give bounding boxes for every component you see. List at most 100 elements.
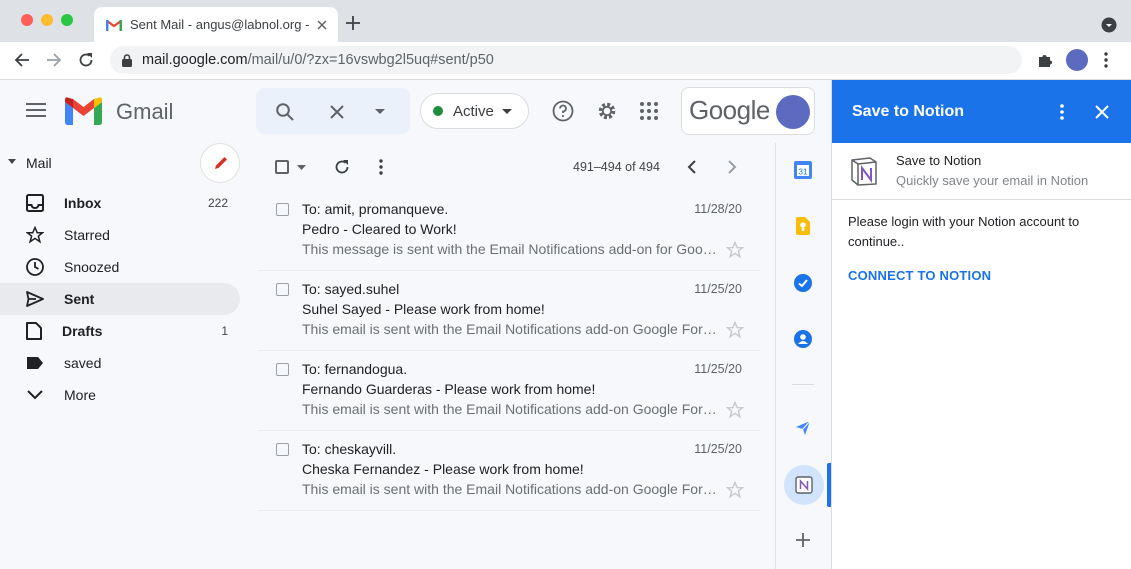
more-options-icon[interactable] [379,159,383,175]
mail-row[interactable]: To: fernandogua. 11/25/20 Fernando Guard… [258,351,760,431]
contacts-icon[interactable] [794,330,812,348]
mail-checkbox[interactable] [276,443,289,456]
apps-grid-icon[interactable] [640,102,658,120]
addon-name: Save to Notion [896,153,982,168]
sidebar-item-saved[interactable]: saved [0,347,240,379]
star-icon[interactable] [726,401,744,419]
star-icon [26,226,44,244]
gmail-logo-icon[interactable] [65,97,102,125]
search-options-icon[interactable] [375,109,385,114]
mail-snippet: This message is sent with the Email Noti… [302,241,720,257]
main-menu-icon[interactable] [26,103,46,117]
pagination-text: 491–494 of 494 [573,160,660,174]
settings-gear-icon[interactable] [596,100,618,122]
reload-icon[interactable] [78,52,94,68]
mail-date: 11/25/20 [694,282,742,296]
sidebar-item-more[interactable]: More [0,379,240,411]
sidebar-item-label: Drafts [62,323,103,339]
clear-search-icon[interactable] [330,105,344,119]
mail-checkbox[interactable] [276,283,289,296]
newer-page-icon[interactable] [687,160,696,174]
account-switcher[interactable]: Google [681,87,815,135]
draft-icon [26,322,42,340]
google-logo: Google [689,95,770,125]
new-tab-icon[interactable] [346,16,360,30]
sidebar-item-sent[interactable]: Sent [0,283,240,315]
select-all-checkbox[interactable] [275,160,289,174]
send-addon-icon[interactable] [795,420,811,436]
search-bar[interactable] [256,88,410,134]
draft-count: 1 [221,324,228,338]
svg-text:31: 31 [799,168,808,177]
star-icon[interactable] [726,321,744,339]
calendar-icon[interactable]: 31 [794,161,812,179]
maximize-window-button[interactable] [61,14,73,26]
sidebar-item-label: Snoozed [64,259,120,275]
panel-close-icon[interactable] [1092,102,1112,122]
profile-avatar[interactable] [1066,49,1088,71]
notion-logo-icon [850,156,878,186]
panel-divider [832,199,1131,200]
mail-subject: Pedro - Cleared to Work! [302,221,457,237]
address-bar[interactable]: mail.google.com/mail/u/0/?zx=16vswbg2l5u… [110,46,1022,74]
browser-tab[interactable]: Sent Mail - angus@labnol.org - [94,7,338,42]
connect-to-notion-button[interactable]: CONNECT TO NOTION [848,268,991,283]
tab-title: Sent Mail - angus@labnol.org - [130,17,310,32]
mail-recipients: To: cheskayvill. [302,441,397,457]
sidebar-item-starred[interactable]: Starred [0,219,240,251]
mail-checkbox[interactable] [276,363,289,376]
notion-side-panel: Save to Notion Save to Notion Quickly sa… [831,80,1131,569]
compose-button[interactable] [200,143,240,183]
minimize-window-button[interactable] [41,14,53,26]
status-selector[interactable]: Active [420,93,529,129]
sidebar-item-snoozed[interactable]: Snoozed [0,251,240,283]
browser-menu-icon[interactable] [1104,52,1108,68]
gmail-wordmark: Gmail [116,99,174,124]
mail-subject: Fernando Guarderas - Please work from ho… [302,381,596,397]
send-icon [26,291,44,307]
mail-date: 11/25/20 [694,442,742,456]
sidebar-item-label: Sent [64,291,95,307]
sidebar-item-label: Starred [64,227,110,243]
sidebar-item-drafts[interactable]: Drafts 1 [0,315,240,347]
browser-tab-bar: Sent Mail - angus@labnol.org - [0,0,1131,42]
mail-snippet: This email is sent with the Email Notifi… [302,321,720,337]
panel-menu-icon[interactable] [1052,102,1072,122]
search-icon[interactable] [276,103,294,121]
close-window-button[interactable] [21,14,33,26]
keep-icon[interactable] [796,217,810,235]
tab-search-icon[interactable] [1101,17,1117,33]
select-dropdown-icon[interactable] [297,165,306,170]
addon-strip-divider [775,143,776,569]
mail-collapse-icon[interactable] [8,159,16,164]
star-icon[interactable] [726,241,744,259]
add-addon-icon[interactable] [796,533,810,547]
notion-addon-button[interactable] [784,465,824,505]
back-arrow-icon[interactable] [14,52,30,68]
sidebar-item-label: Inbox [64,195,102,211]
strip-separator [792,384,814,385]
mail-recipients: To: fernandogua. [302,361,408,377]
mail-section-label: Mail [26,155,52,171]
star-icon[interactable] [726,481,744,499]
clock-icon [26,258,44,276]
mail-snippet: This email is sent with the Email Notifi… [302,401,720,417]
mail-row[interactable]: To: sayed.suhel 11/25/20 Suhel Sayed - P… [258,271,760,351]
mail-checkbox[interactable] [276,203,289,216]
lock-icon [122,53,132,67]
close-tab-icon[interactable] [314,17,330,33]
forward-arrow-icon[interactable] [46,52,62,68]
gmail-app: Gmail Active Google Mail Inbox 222 Starr… [0,80,831,569]
help-icon[interactable] [552,100,574,122]
refresh-icon[interactable] [334,159,350,175]
notion-icon [795,476,813,494]
older-page-icon[interactable] [728,160,737,174]
panel-header: Save to Notion [832,80,1131,143]
mail-subject: Suhel Sayed - Please work from home! [302,301,545,317]
mail-subject: Cheska Fernandez - Please work from home… [302,461,584,477]
tasks-icon[interactable] [794,274,812,292]
extensions-puzzle-icon[interactable] [1037,52,1053,68]
mail-row[interactable]: To: cheskayvill. 11/25/20 Cheska Fernand… [258,431,760,511]
mail-row[interactable]: To: amit, promanqueve. 11/28/20 Pedro - … [258,191,760,271]
sidebar-item-inbox[interactable]: Inbox 222 [0,187,240,219]
